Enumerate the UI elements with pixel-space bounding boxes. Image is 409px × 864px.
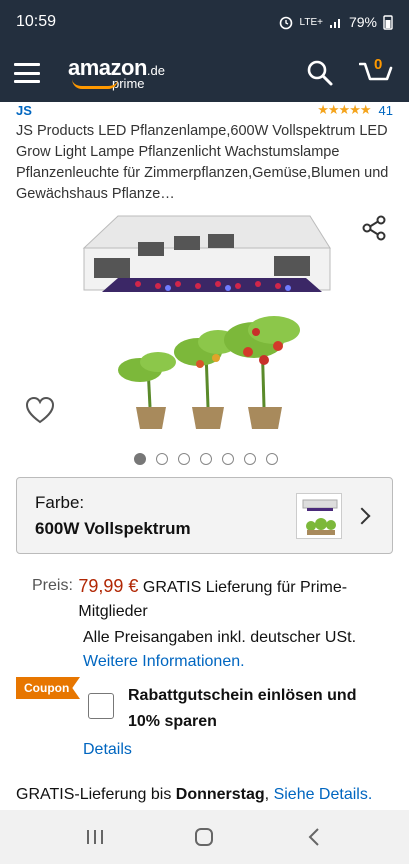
- delivery-day: Donnerstag: [175, 786, 265, 803]
- logo-smile-icon: [72, 79, 118, 89]
- status-bar: 10:59 LTE+ 79%: [0, 0, 409, 44]
- logo-prime: prime: [112, 75, 145, 91]
- rating[interactable]: ★★★★★ 41: [317, 102, 393, 118]
- chevron-right-icon: [353, 507, 371, 524]
- carousel-dot[interactable]: [266, 453, 278, 465]
- recent-apps-icon[interactable]: [75, 822, 115, 852]
- wishlist-heart-icon[interactable]: [25, 396, 55, 426]
- network-label: LTE+: [299, 16, 323, 28]
- price-label: Preis:: [32, 577, 73, 594]
- delivery-separator: ,: [264, 786, 274, 803]
- delivery-details-link[interactable]: Siehe Details.: [274, 786, 373, 803]
- app-header: amazon.de prime 0: [0, 44, 409, 102]
- battery-icon: [383, 15, 393, 30]
- status-icons: LTE+ 79%: [278, 14, 393, 30]
- product-title: JS Products LED Pflanzenlampe,600W Volls…: [16, 123, 389, 202]
- product-image[interactable]: [78, 212, 334, 438]
- carousel-dot[interactable]: [222, 453, 234, 465]
- carousel-dot[interactable]: [134, 453, 146, 465]
- share-icon[interactable]: [360, 214, 388, 242]
- logo-domain: .de: [146, 62, 165, 78]
- signal-icon: [329, 19, 340, 28]
- carousel-dot[interactable]: [200, 453, 212, 465]
- search-icon[interactable]: [305, 58, 335, 88]
- brand-link[interactable]: JS: [16, 103, 32, 118]
- price-amount: 79,99 €: [78, 576, 139, 596]
- menu-icon[interactable]: [14, 63, 40, 83]
- cart-count: 0: [374, 56, 383, 73]
- status-time: 10:59: [16, 13, 57, 30]
- image-carousel-dots[interactable]: [134, 453, 278, 465]
- back-icon[interactable]: [294, 822, 334, 852]
- battery-label: 79%: [348, 14, 377, 30]
- delivery-info: GRATIS-Lieferung bis Donnerstag, Siehe D…: [16, 786, 372, 804]
- coupon-checkbox[interactable]: [88, 693, 114, 719]
- carousel-dot[interactable]: [156, 453, 168, 465]
- alarm-icon: [279, 16, 292, 30]
- home-icon[interactable]: [184, 822, 224, 852]
- rating-stars-icon: ★★★★★: [317, 102, 371, 117]
- variant-thumbnail: [296, 492, 342, 539]
- lamp-graphic: [82, 215, 331, 292]
- price-row: Preis: 79,99 € GRATIS Lieferung für Prim…: [32, 574, 392, 624]
- cart-icon[interactable]: 0: [358, 56, 395, 88]
- coupon-badge: Coupon: [16, 677, 80, 699]
- variant-value: 600W Vollspektrum: [35, 518, 191, 538]
- amazon-prime-logo[interactable]: amazon.de prime: [68, 56, 165, 91]
- plants-graphic: [118, 316, 300, 429]
- rating-count: 41: [378, 102, 393, 118]
- variant-label: Farbe:: [35, 492, 85, 512]
- carousel-dot[interactable]: [244, 453, 256, 465]
- variant-selector[interactable]: Farbe: 600W Vollspektrum: [16, 477, 393, 554]
- price-text: 79,99 € GRATIS Lieferung für Prime-Mitgl…: [78, 574, 392, 624]
- delivery-prefix: GRATIS-Lieferung bis: [16, 786, 176, 803]
- coupon-text[interactable]: Rabattgutschein einlösen und 10% sparen: [128, 683, 388, 735]
- carousel-dot[interactable]: [178, 453, 190, 465]
- more-info-link[interactable]: Weitere Informationen.: [83, 650, 245, 674]
- coupon-details-link[interactable]: Details: [83, 741, 132, 759]
- variant-labels: Farbe: 600W Vollspektrum: [35, 493, 296, 539]
- brand-rating-row: JS ★★★★★ 41: [16, 102, 393, 118]
- system-navigation-bar: [0, 810, 409, 864]
- vat-note: Alle Preisangaben inkl. deutscher USt.: [83, 629, 357, 646]
